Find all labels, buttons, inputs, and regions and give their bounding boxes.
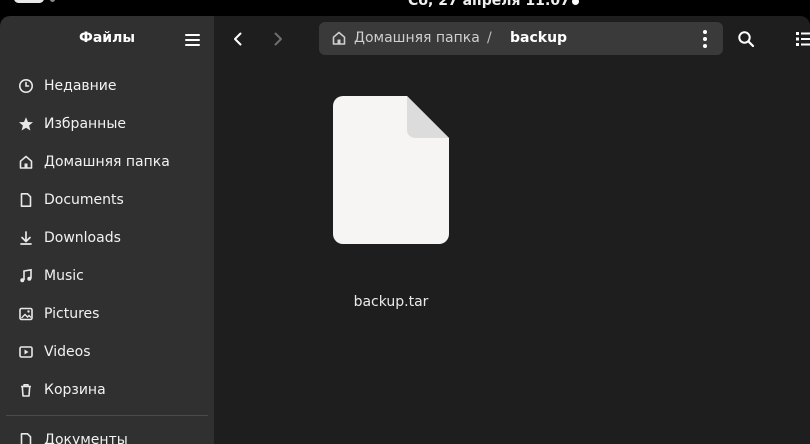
chevron-left-icon bbox=[234, 32, 242, 46]
search-button[interactable] bbox=[732, 25, 760, 53]
notification-dot bbox=[572, 0, 579, 5]
path-segment-current[interactable]: backup bbox=[510, 30, 567, 46]
sidebar: Файлы Недавние Избранные Домашняя папка … bbox=[0, 16, 214, 444]
sidebar-item-music[interactable]: Music bbox=[6, 257, 208, 295]
clock-icon bbox=[18, 78, 34, 94]
activities-button[interactable] bbox=[14, 0, 44, 3]
sidebar-item-videos[interactable]: Videos bbox=[6, 333, 208, 371]
sidebar-bookmarks: Документы bbox=[6, 421, 208, 444]
sidebar-item-starred[interactable]: Избранные bbox=[6, 105, 208, 143]
home-icon bbox=[332, 31, 346, 45]
sidebar-item-pictures[interactable]: Pictures bbox=[6, 295, 208, 333]
header-bar: Домашняя папка / backup bbox=[214, 16, 810, 62]
sidebar-item-label: Downloads bbox=[44, 230, 121, 246]
path-segment-home[interactable]: Домашняя папка bbox=[354, 30, 480, 46]
star-icon bbox=[18, 116, 34, 132]
sidebar-item-label: Documents bbox=[44, 192, 124, 208]
view-toggle-button[interactable] bbox=[790, 25, 810, 53]
sidebar-item-label: Music bbox=[44, 268, 84, 284]
folder-menu-button[interactable] bbox=[695, 28, 715, 50]
document-icon bbox=[18, 192, 34, 208]
sidebar-item-downloads[interactable]: Downloads bbox=[6, 219, 208, 257]
sidebar-item-trash[interactable]: Корзина bbox=[6, 371, 208, 409]
sidebar-item-home[interactable]: Домашняя папка bbox=[6, 143, 208, 181]
file-view[interactable]: backup.tar bbox=[214, 62, 810, 444]
sidebar-item-label: Недавние bbox=[44, 78, 117, 94]
search-icon bbox=[738, 31, 755, 48]
top-panel: Сб, 27 апреля 11:07 bbox=[0, 0, 810, 16]
places-list: Недавние Избранные Домашняя папка Docume… bbox=[6, 67, 208, 409]
picture-icon bbox=[18, 306, 34, 322]
file-name: backup.tar bbox=[353, 294, 429, 310]
path-separator: / bbox=[487, 30, 492, 46]
clock[interactable]: Сб, 27 апреля 11:07 bbox=[408, 0, 570, 9]
sidebar-item-label: Pictures bbox=[44, 306, 100, 322]
video-icon bbox=[18, 344, 34, 360]
sidebar-item-documents[interactable]: Documents bbox=[6, 181, 208, 219]
sidebar-item-label: Документы bbox=[44, 432, 128, 444]
trash-icon bbox=[18, 382, 34, 398]
back-button[interactable] bbox=[222, 25, 254, 53]
generic-file-icon bbox=[333, 96, 449, 244]
download-icon bbox=[18, 230, 34, 246]
list-view-icon bbox=[796, 32, 810, 46]
document-icon bbox=[18, 432, 34, 444]
hamburger-icon bbox=[184, 34, 200, 36]
path-bar[interactable]: Домашняя папка / backup bbox=[319, 22, 723, 55]
music-icon bbox=[18, 268, 34, 284]
main-menu-button[interactable] bbox=[178, 28, 206, 52]
sidebar-item-recent[interactable]: Недавние bbox=[6, 67, 208, 105]
sidebar-separator bbox=[6, 415, 208, 416]
kebab-icon bbox=[703, 30, 707, 34]
sidebar-header: Файлы bbox=[0, 16, 214, 62]
sidebar-item-label: Домашняя папка bbox=[44, 154, 170, 170]
sidebar-item-label: Videos bbox=[44, 344, 91, 360]
workspace-indicator bbox=[50, 0, 55, 2]
sidebar-item-label: Избранные bbox=[44, 116, 126, 132]
files-window: Файлы Недавние Избранные Домашняя папка … bbox=[0, 16, 810, 444]
forward-button[interactable] bbox=[262, 25, 294, 53]
home-icon bbox=[18, 154, 34, 170]
chevron-right-icon bbox=[274, 32, 282, 46]
sidebar-item-bookmark-documents[interactable]: Документы bbox=[6, 421, 208, 444]
sidebar-item-label: Корзина bbox=[44, 382, 106, 398]
